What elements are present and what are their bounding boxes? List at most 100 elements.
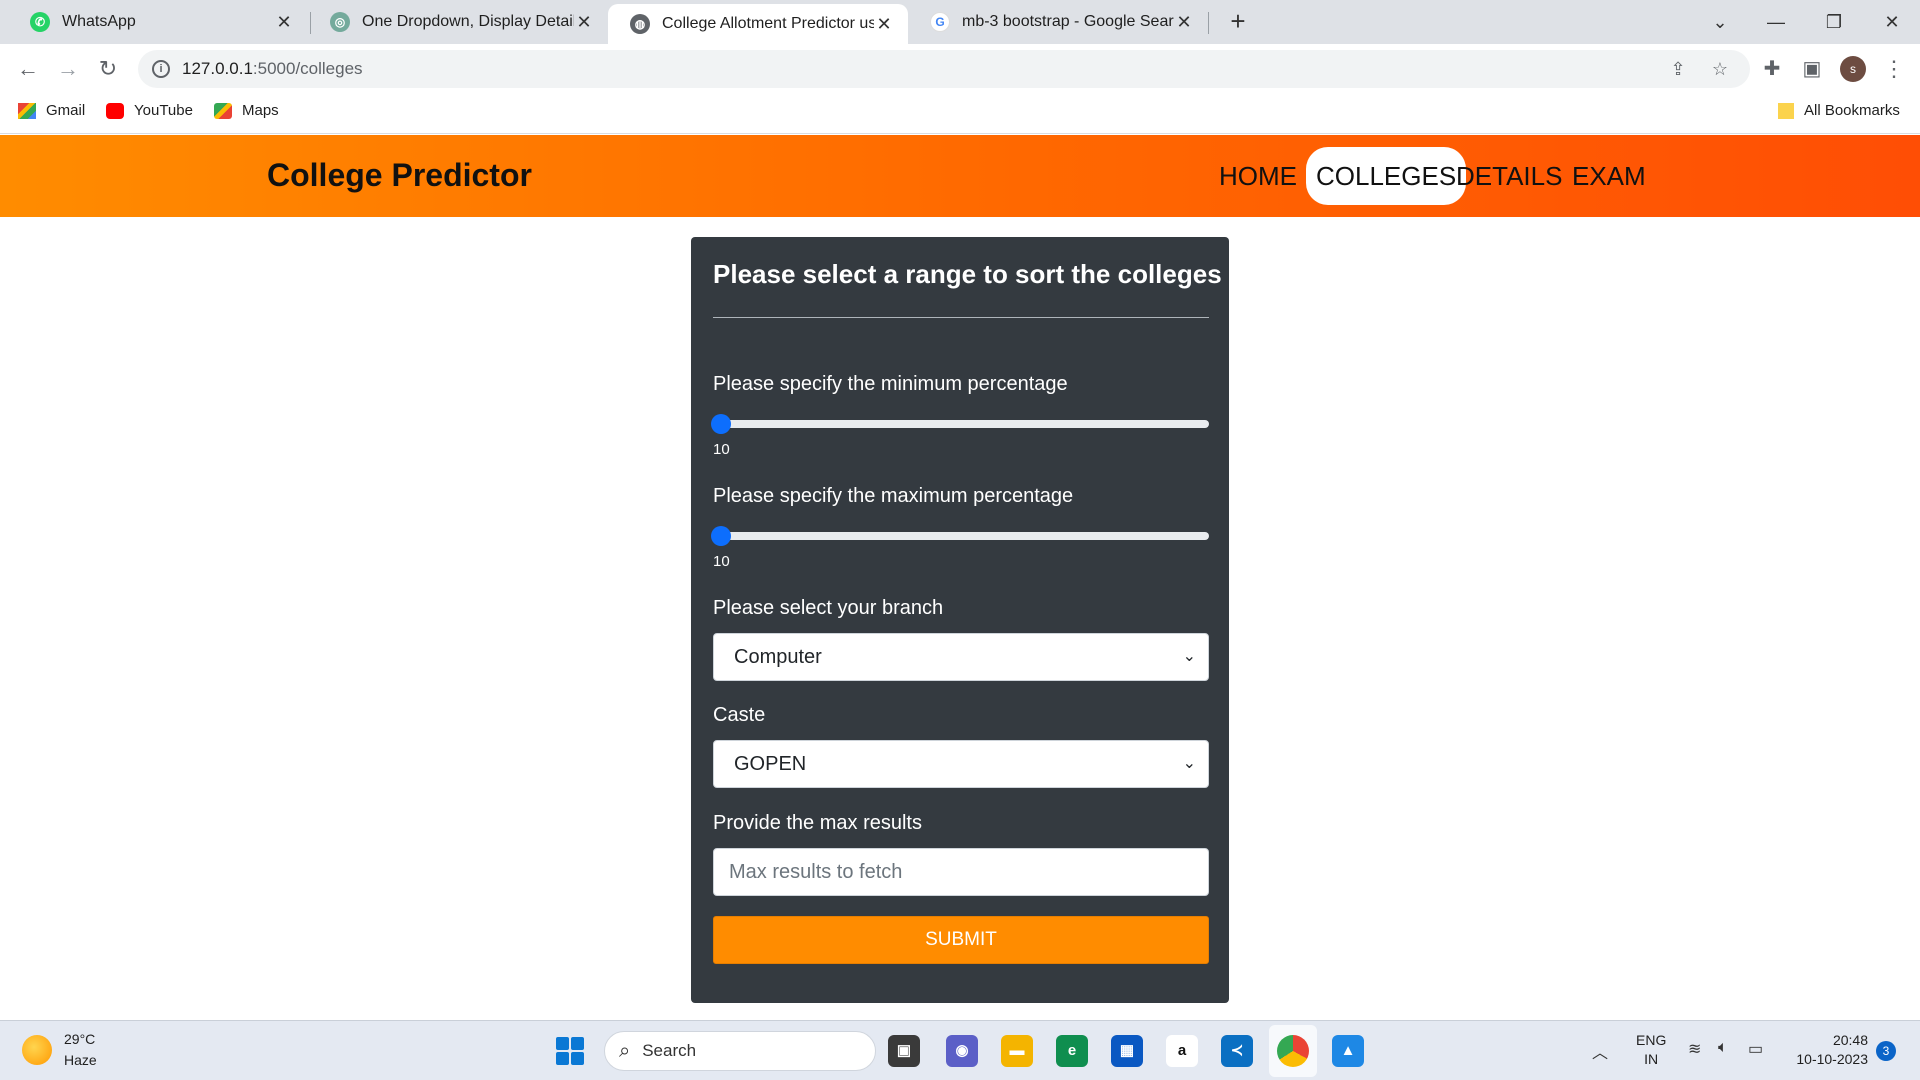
language-code: ENG: [1636, 1032, 1667, 1048]
search-icon: ⌕: [619, 1039, 631, 1062]
maps-icon: [214, 102, 232, 119]
submit-button[interactable]: SUBMIT: [713, 916, 1209, 964]
windows-taskbar: 29°C Haze ⌕ Search ▣ ◉ ▬ e ▦ a ≺ ▲ ︿ ENG…: [0, 1020, 1920, 1080]
bookmark-label: YouTube: [134, 102, 193, 119]
bookmark-maps[interactable]: Maps: [214, 102, 279, 119]
url-text: 127.0.0.1:5000/colleges: [182, 59, 363, 78]
branch-label: Please select your branch: [713, 597, 944, 619]
tab-title: One Dropdown, Display Details: [362, 13, 574, 30]
folder-icon: [1778, 102, 1794, 119]
reload-icon[interactable]: ↻: [92, 53, 124, 85]
tab-google-search[interactable]: G mb-3 bootstrap - Google Search ✕: [908, 0, 1208, 44]
tab-title: WhatsApp: [62, 13, 136, 30]
wifi-icon[interactable]: ≋: [1688, 1039, 1701, 1059]
all-bookmarks-folder[interactable]: All Bookmarks: [1778, 102, 1900, 119]
close-icon[interactable]: ✕: [574, 12, 594, 33]
youtube-icon: [106, 102, 124, 119]
close-icon[interactable]: ✕: [874, 14, 894, 35]
google-icon: G: [930, 12, 950, 32]
close-icon[interactable]: ✕: [274, 12, 294, 33]
weather-haze-icon[interactable]: [22, 1035, 52, 1065]
window-close-button[interactable]: ✕: [1872, 6, 1912, 38]
caste-select[interactable]: GOPEN ⌄: [713, 740, 1209, 788]
bookmark-label: Maps: [242, 102, 279, 119]
bookmark-youtube[interactable]: YouTube: [106, 102, 193, 119]
microsoft-store-icon[interactable]: ▦: [1111, 1035, 1143, 1067]
whatsapp-icon: ✆: [30, 12, 50, 32]
restore-button[interactable]: ❐: [1814, 6, 1854, 38]
max-results-label: Provide the max results: [713, 812, 922, 834]
branch-select[interactable]: Computer ⌄: [713, 633, 1209, 681]
weather-description[interactable]: Haze: [64, 1052, 97, 1068]
chevron-up-icon[interactable]: ︿: [1592, 1039, 1608, 1063]
bookmark-label: All Bookmarks: [1804, 102, 1900, 119]
weather-temperature[interactable]: 29°C: [64, 1031, 95, 1047]
max-percentage-value: 10: [713, 553, 730, 570]
bookmark-star-icon[interactable]: ☆: [1710, 59, 1730, 79]
nav-details[interactable]: DETAILS: [1446, 147, 1572, 205]
min-percentage-slider[interactable]: [711, 414, 1209, 434]
volume-icon[interactable]: 🔈︎: [1718, 1039, 1728, 1057]
site-info-icon[interactable]: i: [152, 60, 170, 78]
notification-badge[interactable]: 3: [1876, 1041, 1896, 1061]
caste-label: Caste: [713, 704, 766, 726]
clock-time: 20:48: [1832, 1032, 1868, 1048]
file-explorer-icon[interactable]: ▬: [1001, 1035, 1033, 1067]
nav-colleges[interactable]: COLLEGES: [1306, 147, 1467, 205]
slider-thumb[interactable]: [711, 526, 731, 546]
new-tab-button[interactable]: +: [1222, 6, 1254, 38]
minimize-button[interactable]: —: [1756, 6, 1796, 38]
chrome-icon[interactable]: [1277, 1035, 1309, 1067]
extensions-puzzle-icon[interactable]: ✚: [1756, 53, 1788, 85]
slider-track: [713, 420, 1209, 428]
tab-divider: [1208, 12, 1209, 34]
task-view-icon[interactable]: ▣: [888, 1035, 920, 1067]
max-percentage-label: Please specify the maximum percentage: [713, 485, 1074, 507]
tab-college-allotment[interactable]: ◍ College Allotment Predictor usin ✕: [608, 4, 908, 44]
bookmark-gmail[interactable]: Gmail: [18, 102, 85, 119]
teams-chat-icon[interactable]: ◉: [946, 1035, 978, 1067]
tab-one-dropdown[interactable]: ◎ One Dropdown, Display Details ✕: [308, 0, 608, 44]
divider: [713, 317, 1209, 318]
min-percentage-value: 10: [713, 441, 730, 458]
windows-start-icon[interactable]: [556, 1037, 584, 1065]
chevron-down-icon: ⌄: [1182, 755, 1196, 772]
taskbar-search-box[interactable]: ⌕ Search: [604, 1031, 876, 1071]
share-icon[interactable]: ⇪: [1668, 59, 1688, 79]
gmail-icon: [18, 102, 36, 119]
side-panel-icon[interactable]: ▣: [1796, 53, 1828, 85]
edge-icon[interactable]: e: [1056, 1035, 1088, 1067]
tab-search-chevron-icon[interactable]: ⌄: [1700, 6, 1740, 38]
bookmarks-bar: Gmail YouTube Maps All Bookmarks: [0, 94, 1920, 134]
language-indicator[interactable]: ENG IN: [1636, 1031, 1666, 1069]
slider-track: [713, 532, 1209, 540]
forward-arrow-icon[interactable]: →: [52, 53, 84, 85]
range-form-card: Please select a range to sort the colleg…: [691, 237, 1229, 1003]
chatgpt-icon: ◎: [330, 12, 350, 32]
max-percentage-slider[interactable]: [711, 526, 1209, 546]
min-percentage-label: Please specify the minimum percentage: [713, 373, 1068, 395]
nav-exam[interactable]: EXAM: [1562, 147, 1656, 205]
form-title: Please select a range to sort the colleg…: [713, 259, 1222, 289]
site-brand[interactable]: College Predictor: [267, 157, 532, 194]
battery-icon[interactable]: ▭: [1748, 1039, 1763, 1059]
nav-home[interactable]: HOME: [1209, 147, 1307, 205]
site-navbar: College Predictor HOME COLLEGES DETAILS …: [0, 135, 1920, 217]
address-bar[interactable]: i 127.0.0.1:5000/colleges ⇪ ☆: [138, 50, 1750, 88]
tab-whatsapp[interactable]: ✆ WhatsApp ✕: [8, 0, 308, 44]
globe-icon: ◍: [630, 14, 650, 34]
tab-title: mb-3 bootstrap - Google Search: [962, 13, 1174, 30]
profile-avatar[interactable]: s: [1840, 56, 1866, 82]
close-icon[interactable]: ✕: [1174, 12, 1194, 33]
chevron-down-icon: ⌄: [1182, 648, 1196, 665]
amazon-icon[interactable]: a: [1166, 1035, 1198, 1067]
vscode-icon[interactable]: ≺: [1221, 1035, 1253, 1067]
tab-title: College Allotment Predictor usin: [662, 15, 874, 32]
back-arrow-icon[interactable]: ←: [12, 53, 44, 85]
photos-icon[interactable]: ▲: [1332, 1035, 1364, 1067]
slider-thumb[interactable]: [711, 414, 731, 434]
max-results-input[interactable]: Max results to fetch: [713, 848, 1209, 896]
system-clock[interactable]: 20:48 10-10-2023: [1788, 1031, 1868, 1069]
menu-kebab-icon[interactable]: ⋮: [1878, 53, 1910, 85]
search-label: Search: [642, 1041, 697, 1060]
